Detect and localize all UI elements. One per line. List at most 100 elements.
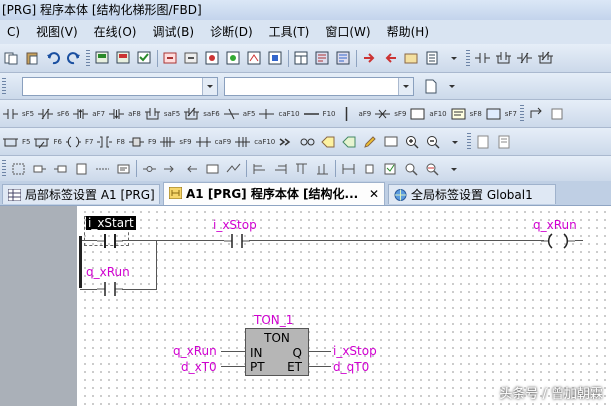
monitor-stop-icon[interactable] xyxy=(183,50,200,67)
dropdown-icon[interactable] xyxy=(446,133,463,150)
window-tile-icon[interactable] xyxy=(293,50,310,67)
ladder-coil-xrun[interactable] xyxy=(541,232,575,250)
program-selector[interactable] xyxy=(224,76,414,96)
zoom-out-icon[interactable] xyxy=(425,133,442,150)
chevron-down-icon[interactable] xyxy=(202,77,217,95)
dev-read-icon[interactable] xyxy=(314,50,331,67)
ladder-comment-icon[interactable] xyxy=(450,105,467,122)
ladder-contact-xstart[interactable] xyxy=(97,233,123,249)
ladder-branch-icon[interactable] xyxy=(2,133,19,150)
function-block-ton[interactable]: TON IN PT Q ET xyxy=(245,328,309,376)
fbd-connector-icon[interactable] xyxy=(94,160,111,177)
select-icon[interactable] xyxy=(10,160,27,177)
ladder-delete-line-icon[interactable] xyxy=(374,105,391,122)
copy-icon[interactable] xyxy=(2,50,19,67)
cross-reference-icon[interactable] xyxy=(403,50,420,67)
toolbar-grip[interactable] xyxy=(466,49,470,67)
close-icon[interactable]: ✕ xyxy=(369,183,379,205)
project-selector[interactable] xyxy=(22,76,218,96)
toolbar-grip[interactable] xyxy=(519,105,524,122)
arrow-left-icon[interactable] xyxy=(382,50,399,67)
align-left-icon[interactable] xyxy=(251,160,268,177)
ladder-note-icon[interactable] xyxy=(485,105,502,122)
arrow-right-icon[interactable] xyxy=(361,50,378,67)
fb-output-var-et[interactable]: d_qT0 xyxy=(333,360,369,374)
ladder-horizontal-line-icon[interactable] xyxy=(303,105,320,122)
tag-icon[interactable] xyxy=(320,133,337,150)
tab-local-labels[interactable]: 局部标签设置 A1 [PRG] xyxy=(2,184,160,204)
simulation-icon[interactable] xyxy=(267,50,284,67)
fbd-comment-icon[interactable] xyxy=(115,160,132,177)
tab-global-labels[interactable]: 全局标签设置 Global1 xyxy=(388,184,556,204)
edit-tag-icon[interactable] xyxy=(341,133,358,150)
menu-item-edit[interactable]: C) xyxy=(0,20,29,44)
ladder-parallel-contact-icon[interactable] xyxy=(495,50,512,67)
page-copy-icon[interactable] xyxy=(496,133,513,150)
fbd-view-icon[interactable] xyxy=(361,160,378,177)
ladder-contact-icon[interactable] xyxy=(2,105,19,122)
zoom-in-icon[interactable] xyxy=(404,133,421,150)
align-top-icon[interactable] xyxy=(293,160,310,177)
menu-item-debug[interactable]: 调试(B) xyxy=(145,20,203,44)
fb-output-var-q[interactable]: i_xStop xyxy=(333,344,377,358)
fbd-label-icon[interactable] xyxy=(204,160,221,177)
ladder-editor-canvas[interactable]: i_xStart i_xStop q_xRun q_xRun TON_1 TON… xyxy=(79,206,611,406)
find-replace-icon[interactable] xyxy=(424,160,441,177)
pencil-icon[interactable] xyxy=(362,133,379,150)
connect-icon[interactable] xyxy=(299,133,316,150)
align-bottom-icon[interactable] xyxy=(314,160,331,177)
return-icon[interactable] xyxy=(549,105,566,122)
toolbar-grip[interactable] xyxy=(86,49,90,67)
toolbar-grip[interactable] xyxy=(2,77,6,95)
double-arrow-icon[interactable] xyxy=(278,133,295,150)
toolbar-grip[interactable] xyxy=(467,133,472,150)
paste-icon[interactable] xyxy=(23,50,40,67)
ladder-parallel-rise-icon[interactable] xyxy=(144,105,161,122)
ladder-function-icon[interactable] xyxy=(96,133,113,150)
document-icon[interactable] xyxy=(422,78,439,95)
fb-input-var-in[interactable]: q_xRun xyxy=(173,344,217,358)
fbd-link-icon[interactable] xyxy=(225,160,242,177)
tab-program-body[interactable]: A1 [PRG] 程序本体 [结构化... ✕ xyxy=(163,182,385,205)
menu-item-diagnostics[interactable]: 诊断(D) xyxy=(203,20,262,44)
ladder-falling-edge-icon[interactable] xyxy=(108,105,125,122)
read-from-plc-icon[interactable] xyxy=(94,50,111,67)
ladder-op-icon[interactable] xyxy=(258,105,275,122)
toolbar-grip[interactable] xyxy=(2,160,6,177)
device-list-icon[interactable] xyxy=(424,50,441,67)
fbd-output-icon[interactable] xyxy=(52,160,69,177)
compile-icon[interactable] xyxy=(382,160,399,177)
ladder-closed-contact-icon[interactable] xyxy=(37,105,54,122)
fbd-jump-icon[interactable] xyxy=(162,160,179,177)
ladder-fb-icon[interactable] xyxy=(128,133,145,150)
device-memory-icon[interactable] xyxy=(204,50,221,67)
write-to-plc-icon[interactable] xyxy=(115,50,132,67)
fb-input-var-pt[interactable]: d_xT0 xyxy=(181,360,217,374)
ladder-mps-icon[interactable] xyxy=(195,133,212,150)
ladder-view-icon[interactable] xyxy=(340,160,357,177)
align-right-icon[interactable] xyxy=(272,160,289,177)
fbd-return-icon[interactable] xyxy=(183,160,200,177)
menu-item-view[interactable]: 视图(V) xyxy=(29,20,87,44)
redo-icon[interactable] xyxy=(65,50,82,67)
ladder-invert-icon[interactable] xyxy=(223,105,240,122)
menu-item-online[interactable]: 在线(O) xyxy=(87,20,146,44)
dropdown-icon[interactable] xyxy=(443,78,460,95)
fbd-block-icon[interactable] xyxy=(73,160,90,177)
search-icon[interactable] xyxy=(403,160,420,177)
ladder-open-contact-icon[interactable] xyxy=(474,50,491,67)
comment-edit-icon[interactable] xyxy=(383,133,400,150)
fbd-not-icon[interactable] xyxy=(141,160,158,177)
menu-item-tools[interactable]: 工具(T) xyxy=(262,20,319,44)
menu-item-help[interactable]: 帮助(H) xyxy=(380,20,438,44)
fbd-input-icon[interactable] xyxy=(31,160,48,177)
ladder-contact-xstop[interactable] xyxy=(224,233,250,249)
jump-icon[interactable] xyxy=(528,105,545,122)
monitor-start-icon[interactable] xyxy=(162,50,179,67)
ladder-parallel-closed-icon[interactable] xyxy=(537,50,554,67)
verify-plc-icon[interactable] xyxy=(136,50,153,67)
device-test-icon[interactable] xyxy=(225,50,242,67)
ladder-box-icon[interactable] xyxy=(409,105,426,122)
undo-icon[interactable] xyxy=(44,50,61,67)
dropdown-icon[interactable] xyxy=(445,160,462,177)
